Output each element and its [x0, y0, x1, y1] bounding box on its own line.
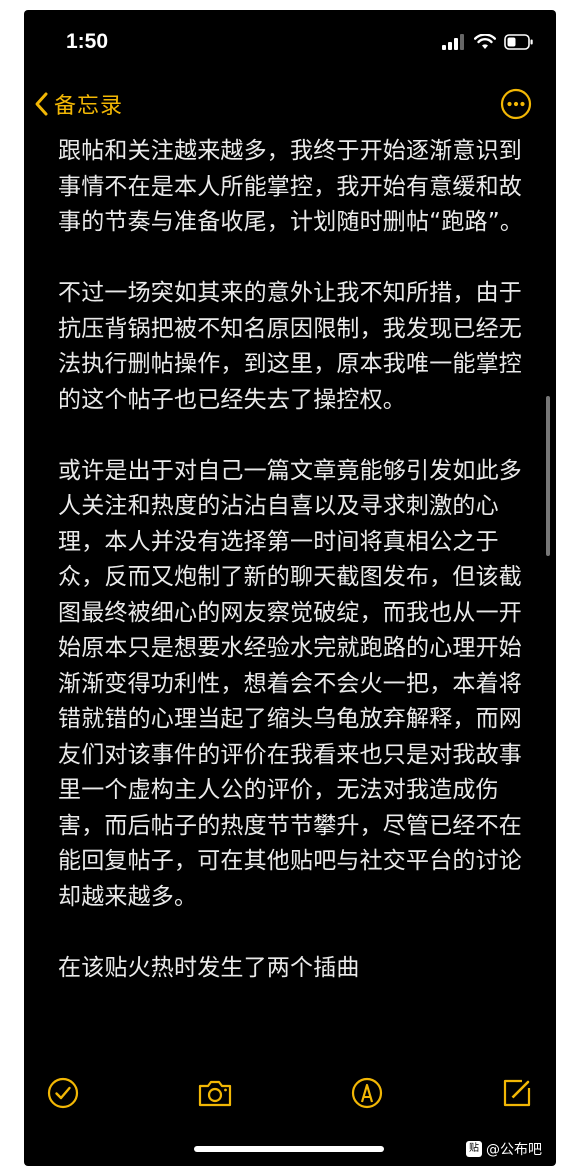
note-body[interactable]: 跟帖和关注越来越多，我终于开始逐渐意识到事情不在是本人所能掌控，我开始有意缓和故… — [58, 134, 528, 1046]
battery-icon — [504, 34, 533, 50]
watermark-text: @公布吧 — [486, 1142, 542, 1158]
status-icons — [442, 34, 534, 50]
scrollbar[interactable] — [546, 396, 550, 556]
note-paragraph: 不过一场突如其来的意外让我不知所措，由于抗压背锅把被不知名原因限制，我发现已经无… — [58, 280, 522, 413]
note-paragraph: 或许是出于对自己一篇文章竟能够引发如此多人关注和热度的沾沾自喜以及寻求刺激的心理… — [58, 457, 522, 910]
checklist-icon[interactable] — [46, 1076, 80, 1110]
wifi-icon — [474, 34, 496, 49]
compose-icon[interactable] — [500, 1076, 534, 1110]
ellipsis-circle-icon[interactable] — [500, 88, 532, 120]
back-button[interactable]: 备忘录 — [34, 88, 123, 120]
markup-icon[interactable] — [350, 1076, 384, 1110]
phone-screen: 1:50 备忘录 跟帖和关注越来越多，我终于开始逐渐意识到事情不在是本人所能掌控… — [24, 10, 556, 1166]
status-time: 1:50 — [66, 30, 109, 53]
watermark-logo: 贴 — [466, 1141, 482, 1157]
note-paragraph: 跟帖和关注越来越多，我终于开始逐渐意识到事情不在是本人所能掌控，我开始有意缓和故… — [58, 138, 524, 235]
home-indicator[interactable] — [194, 1146, 384, 1152]
chevron-left-icon — [35, 92, 48, 116]
bottom-toolbar — [24, 1066, 556, 1120]
note-paragraph: 在该贴火热时发生了两个插曲 — [58, 954, 360, 981]
cellular-signal-icon — [442, 34, 464, 50]
watermark: 贴 @公布吧 — [466, 1139, 542, 1159]
camera-icon[interactable] — [196, 1076, 234, 1110]
back-label: 备忘录 — [54, 94, 124, 119]
